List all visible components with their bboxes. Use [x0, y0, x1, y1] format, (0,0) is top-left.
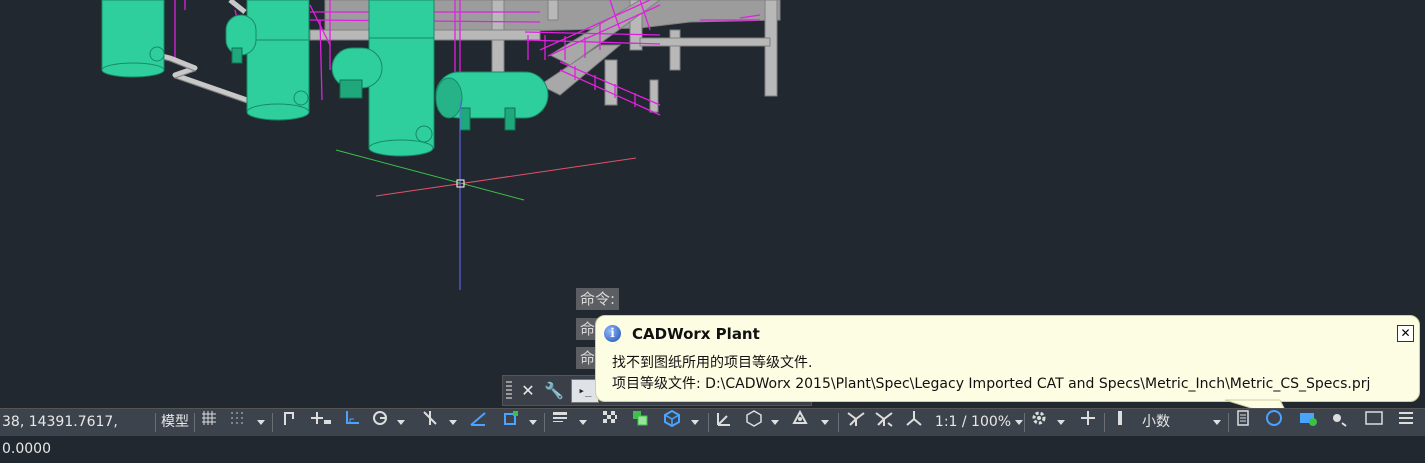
dynamic-input-icon[interactable] [306, 409, 334, 436]
units-dropdown-icon[interactable] [1210, 409, 1224, 436]
annotation-visibility-icon[interactable] [844, 409, 868, 436]
annotation-scale-icon[interactable] [902, 409, 926, 436]
polar-tracking-icon[interactable] [368, 409, 392, 436]
path-value: D:\CADWorx 2015\Plant\Spec\Legacy Import… [705, 376, 1371, 392]
close-command-line-button[interactable]: ✕ [517, 380, 539, 402]
gizmo-icon[interactable] [788, 409, 812, 436]
3d-osnap-dropdown-icon[interactable] [688, 409, 702, 436]
notification-message: 找不到图纸所用的项目等级文件. [612, 355, 813, 371]
units-icon[interactable] [1110, 409, 1130, 436]
osnap-dropdown-icon[interactable] [526, 409, 540, 436]
polar-dropdown-icon[interactable] [394, 409, 408, 436]
customization-menu-icon[interactable] [1394, 409, 1418, 436]
clean-screen-icon[interactable] [1326, 409, 1350, 436]
snap-icon[interactable] [226, 409, 248, 436]
3d-object-snap-icon[interactable] [660, 409, 684, 436]
status-bar: 38, 14391.7617, 0.0000 模型 1:1 / 100% 小数 [0, 408, 1425, 457]
workspace-gear-icon[interactable] [1028, 409, 1050, 436]
dynamic-ucs-icon[interactable] [712, 409, 736, 436]
command-history-line: 命令: [576, 288, 620, 310]
object-snap-tracking-icon[interactable] [466, 409, 490, 436]
auto-scale-icon[interactable] [872, 409, 896, 436]
selection-cycling-icon[interactable] [628, 409, 652, 436]
notification-title: CADWorx Plant [632, 325, 760, 343]
workspace-dropdown-icon[interactable] [1054, 409, 1068, 436]
annotation-scale-value[interactable]: 1:1 / 100% [934, 409, 1012, 436]
ortho-icon[interactable] [340, 409, 364, 436]
units-value[interactable]: 小数 [1134, 409, 1192, 436]
coordinates-readout[interactable]: 38, 14391.7617, 0.0000 [0, 409, 154, 457]
info-icon: i [604, 325, 621, 342]
path-label: 项目等级文件: [612, 376, 701, 392]
isometric-drafting-icon[interactable] [418, 409, 442, 436]
drag-handle[interactable] [506, 381, 512, 401]
filter-dropdown-icon[interactable] [768, 409, 782, 436]
lineweight-dropdown-icon[interactable] [576, 409, 590, 436]
fullscreen-icon[interactable] [1362, 409, 1386, 436]
grid-icon[interactable] [198, 409, 220, 436]
transparency-icon[interactable] [598, 409, 622, 436]
object-snap-icon[interactable] [498, 409, 522, 436]
customize-icon[interactable]: 🔧 [543, 380, 565, 402]
notification-balloon: i CADWorx Plant ✕ 找不到图纸所用的项目等级文件. 项目等级文件… [595, 315, 1420, 402]
gizmo-dropdown-icon[interactable] [818, 409, 832, 436]
snap-dropdown-icon[interactable] [254, 409, 268, 436]
close-notification-button[interactable]: ✕ [1397, 325, 1414, 342]
quick-properties-icon[interactable] [1232, 409, 1254, 436]
annotation-monitor-icon[interactable] [1076, 409, 1100, 436]
isodraft-dropdown-icon[interactable] [446, 409, 460, 436]
hardware-acceleration-icon[interactable] [1296, 409, 1320, 436]
notification-path: 项目等级文件: D:\CADWorx 2015\Plant\Spec\Legac… [612, 373, 1370, 393]
model-space-button[interactable]: 模型 [158, 409, 192, 436]
lineweight-icon[interactable] [548, 409, 572, 436]
filter-icon[interactable] [742, 409, 766, 436]
isolate-objects-icon[interactable] [1262, 409, 1286, 436]
infer-constraints-icon[interactable] [278, 409, 300, 436]
